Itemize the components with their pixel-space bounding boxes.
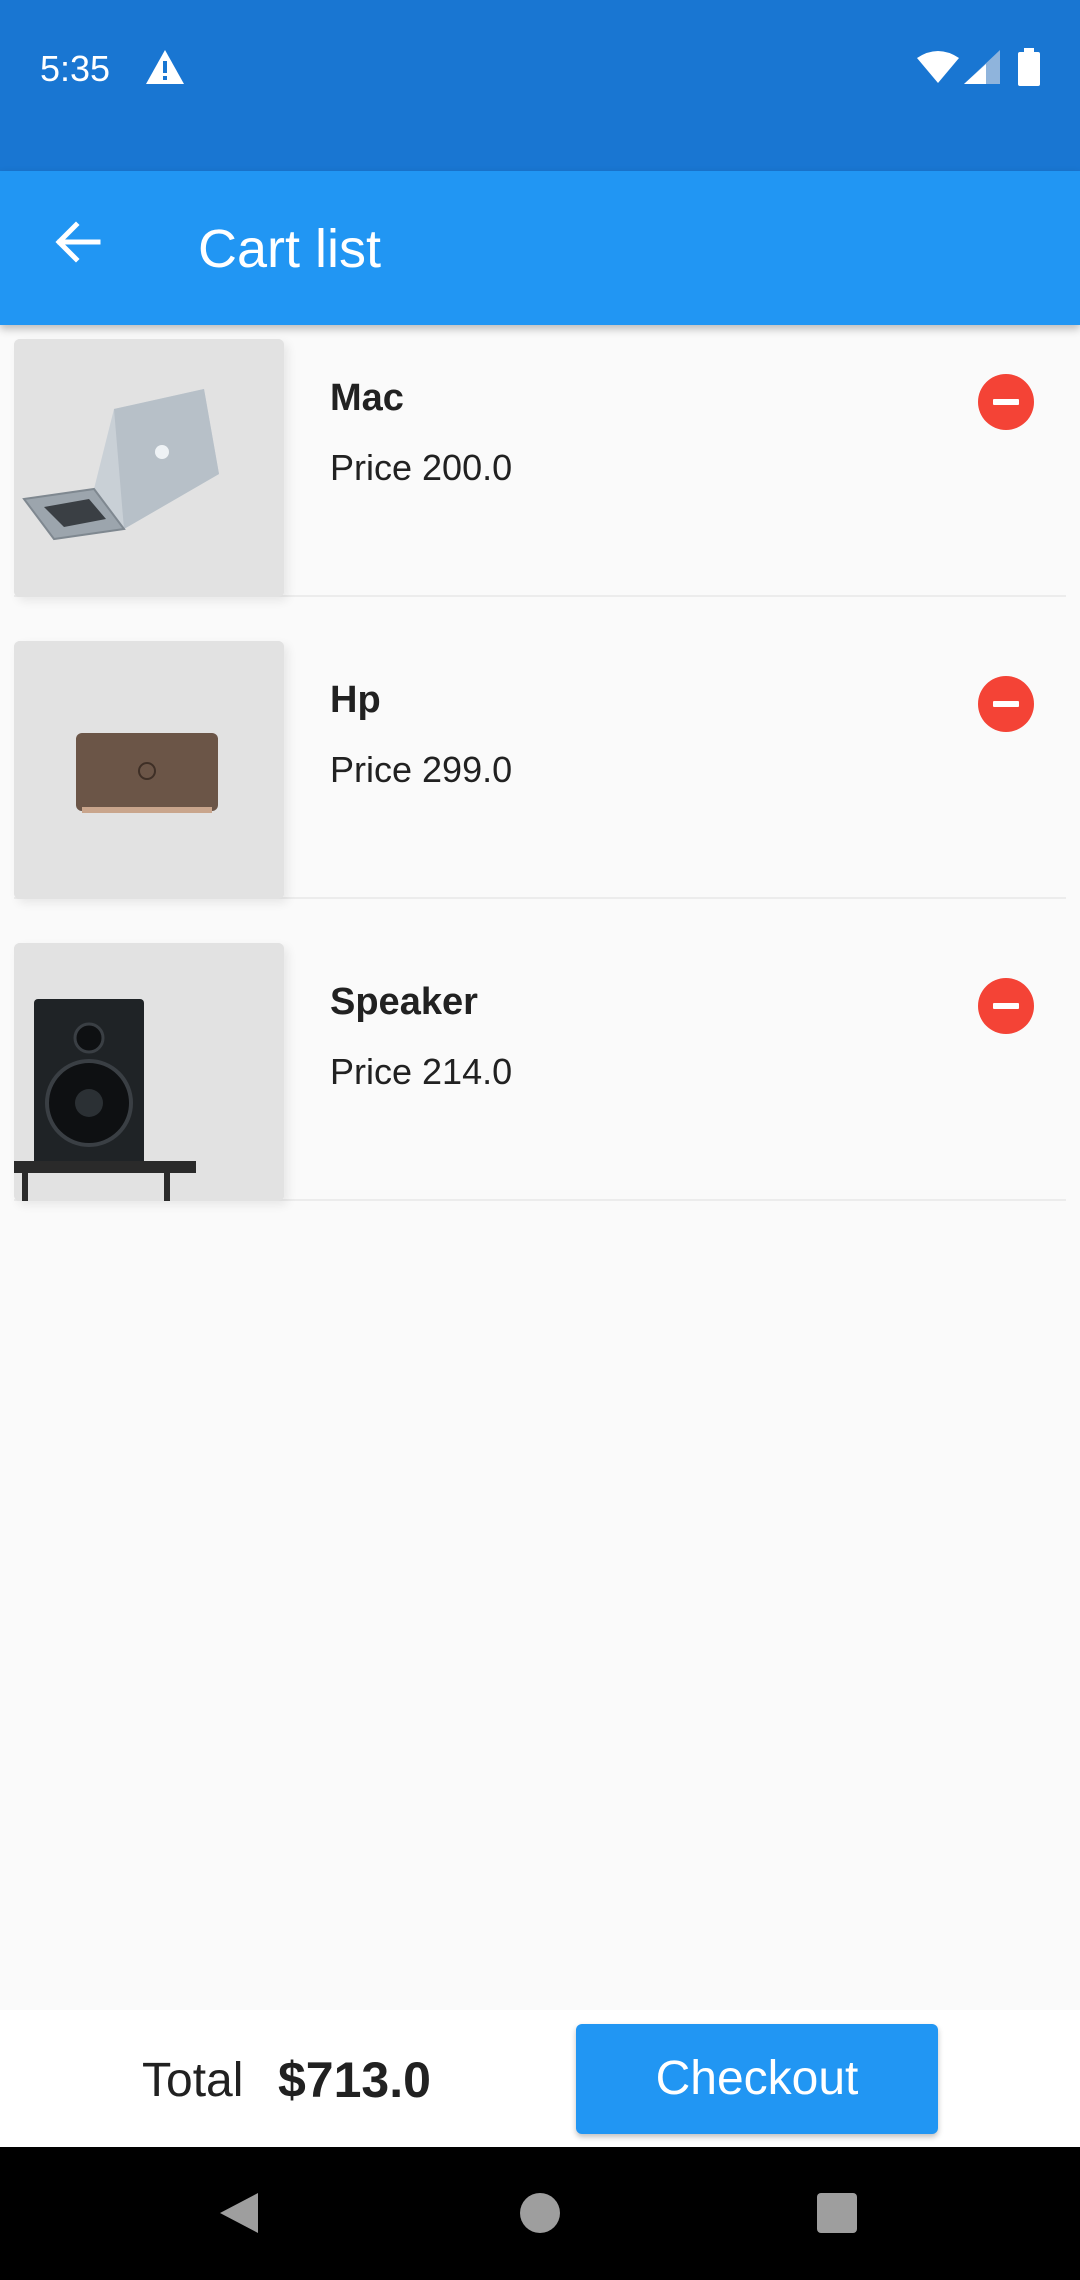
wifi-icon	[917, 51, 959, 83]
status-time: 5:35	[40, 48, 111, 89]
battery-icon	[1018, 48, 1040, 86]
back-triangle-icon[interactable]	[218, 2191, 260, 2235]
laptop-silver-image	[14, 339, 284, 597]
product-image-speaker	[14, 943, 284, 1201]
item-name: Hp	[330, 679, 381, 721]
minus-icon	[993, 701, 1019, 707]
item-name: Speaker	[330, 981, 478, 1023]
remove-item-button[interactable]	[978, 374, 1034, 430]
cart-list: Mac Price 200.0 Hp Price 299.0 Speaker P…	[0, 325, 1080, 1231]
arrow-left-icon[interactable]	[52, 217, 102, 267]
laptop-brown-image	[14, 641, 284, 899]
recents-square-icon[interactable]	[817, 2193, 857, 2233]
minus-icon	[993, 1003, 1019, 1009]
item-name: Mac	[330, 377, 404, 419]
status-bar: 5:35	[0, 0, 1080, 171]
home-circle-icon[interactable]	[520, 2193, 560, 2233]
remove-item-button[interactable]	[978, 676, 1034, 732]
product-image-hp	[14, 641, 284, 899]
checkout-bar: Total $713.0 Checkout	[0, 2010, 1080, 2147]
remove-item-button[interactable]	[978, 978, 1034, 1034]
speaker-image	[14, 943, 284, 1201]
checkout-button[interactable]: Checkout	[576, 2024, 938, 2134]
total-value: $713.0	[278, 2052, 431, 2108]
minus-icon	[993, 399, 1019, 405]
item-price: Price 200.0	[330, 447, 513, 488]
cart-item-speaker[interactable]: Speaker Price 214.0	[14, 929, 1066, 1201]
app-bar: Cart list	[0, 171, 1080, 325]
system-nav-bar	[0, 2147, 1080, 2280]
total-label: Total	[142, 2054, 244, 2107]
signal-icon	[964, 50, 1000, 84]
page-title: Cart list	[198, 219, 382, 279]
item-price: Price 299.0	[330, 749, 513, 790]
cart-item-mac[interactable]: Mac Price 200.0	[14, 325, 1066, 597]
item-price: Price 214.0	[330, 1051, 513, 1092]
product-image-mac	[14, 339, 284, 597]
warning-icon	[146, 50, 184, 84]
cart-item-hp[interactable]: Hp Price 299.0	[14, 627, 1066, 899]
